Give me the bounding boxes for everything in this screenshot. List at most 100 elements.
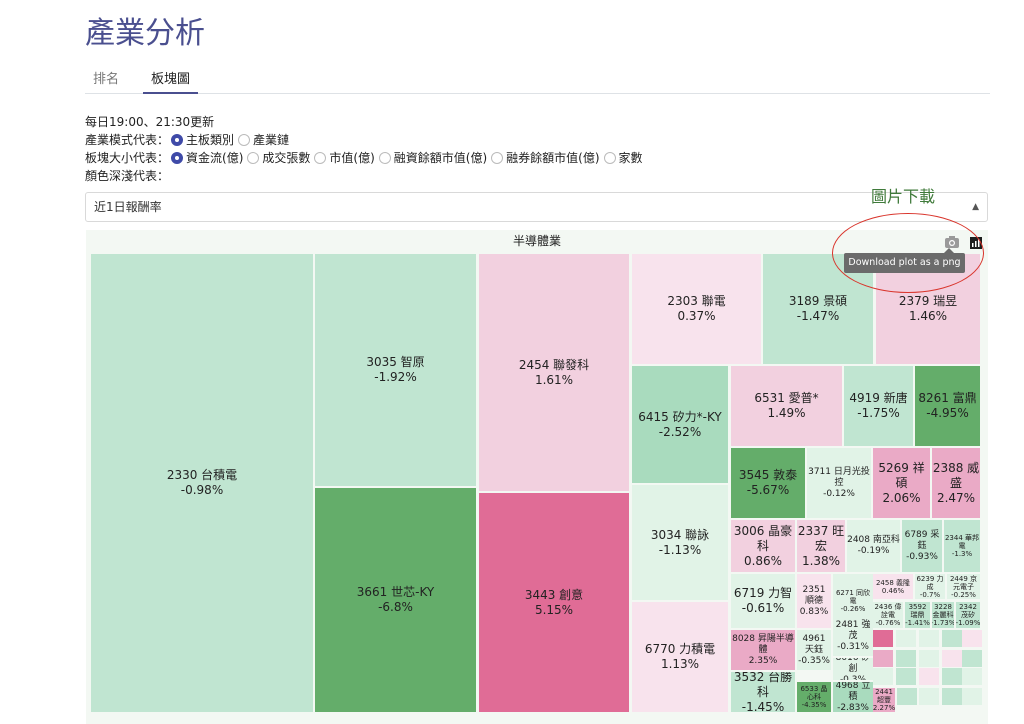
treemap-cell[interactable]: 2449 京元電子 -0.25%	[947, 574, 980, 599]
stock-label: 2337 旺宏	[797, 523, 845, 553]
treemap-cell[interactable]	[896, 650, 916, 667]
treemap-cell[interactable]: 4919 新唐 -1.75%	[844, 366, 913, 446]
treemap-cell[interactable]: 2344 華邦電 -1.3%	[944, 520, 980, 572]
treemap-cell[interactable]: 2436 偉詮電 -0.76%	[873, 602, 903, 628]
option-label: 成交張數	[262, 151, 311, 165]
treemap-cell[interactable]: 6770 力積電 1.13%	[632, 602, 728, 712]
mode-option-main-board[interactable]: 主板類別	[169, 131, 234, 149]
tab-ranking[interactable]: 排名	[85, 66, 127, 94]
radio-icon[interactable]	[247, 152, 260, 164]
stock-return: 0.86%	[743, 553, 783, 568]
treemap-cell[interactable]	[919, 630, 939, 647]
treemap-cell[interactable]	[962, 688, 982, 705]
page-title: 產業分析	[85, 16, 205, 51]
radio-icon[interactable]	[603, 152, 616, 164]
treemap-cell[interactable]: 2408 南亞科 -0.19%	[847, 520, 900, 572]
treemap-cell[interactable]: 2351 順德 0.83%	[797, 574, 831, 628]
radio-icon[interactable]	[238, 134, 251, 146]
treemap-cell[interactable]	[896, 668, 916, 685]
treemap-cell[interactable]: 3661 世芯-KY -6.8%	[315, 488, 476, 712]
treemap-cell[interactable]	[919, 650, 939, 667]
treemap-cell[interactable]: 8028 昇陽半導體 2.35%	[731, 630, 795, 670]
treemap-cell[interactable]: 3443 創意 5.15%	[479, 493, 629, 712]
stock-return: -0.98%	[180, 483, 224, 497]
stock-label: 3034 聯詠	[650, 527, 710, 542]
treemap-cell[interactable]: 6239 力成 -0.7%	[915, 574, 945, 599]
stock-label: 3661 世芯-KY	[356, 585, 435, 599]
plotly-logo-icon[interactable]	[970, 237, 982, 249]
mode-option-industry-chain[interactable]: 產業鏈	[236, 131, 289, 149]
treemap-cell[interactable]	[919, 668, 939, 685]
treemap-cell[interactable]	[942, 688, 962, 705]
stock-return: -1.75%	[857, 406, 900, 420]
download-annotation: 圖片下載	[871, 187, 936, 206]
treemap-cell[interactable]	[942, 650, 962, 667]
treemap-cell[interactable]: 8261 富鼎 -4.95%	[915, 366, 980, 446]
stock-return: -6.8%	[378, 600, 413, 614]
treemap-cell[interactable]: 3545 敦泰 -5.67%	[731, 448, 805, 518]
size-option-short[interactable]: 融券餘額市值(億)	[489, 149, 600, 167]
stock-return: -5.67%	[746, 483, 790, 497]
sector-treemap: 半導體業 2330 台積電 -0.98% 3035 智原 -1.92% 3661 世芯-…	[86, 230, 988, 724]
treemap-cell[interactable]: 4961 天鈺 -0.35%	[797, 630, 831, 670]
treemap-cell[interactable]: 2303 聯電 0.37%	[632, 254, 761, 364]
stock-label: 2303 聯電	[667, 294, 726, 308]
treemap-cell[interactable]: 3592 瑞鼎 -1.41%	[905, 602, 930, 628]
treemap-cell[interactable]: 6789 采鈺 -0.93%	[902, 520, 942, 572]
treemap-cell[interactable]: 2441 超豐 2.27%	[873, 688, 895, 712]
return-period-select[interactable]: 近1日報酬率 ▲	[85, 192, 988, 222]
radio-selected-icon[interactable]	[171, 134, 184, 146]
treemap-cell[interactable]: 6531 愛普* 1.49%	[731, 366, 842, 446]
treemap-cell[interactable]	[942, 668, 962, 685]
treemap-cell[interactable]: 2388 威盛 2.47%	[932, 448, 980, 518]
treemap-cell[interactable]: 3711 日月光投控 -0.12%	[807, 448, 871, 518]
treemap-cell[interactable]: 8016 矽創-0.3%	[833, 658, 873, 680]
treemap-cell[interactable]	[962, 668, 982, 685]
stock-label: 6770 力積電	[644, 642, 716, 656]
radio-icon[interactable]	[314, 152, 327, 164]
treemap-cell[interactable]: 3006 晶豪科 0.86%	[731, 520, 795, 572]
treemap-cell[interactable]: 4968 立積 -2.83%	[833, 682, 873, 712]
size-row: 板塊大小代表： 資金流(億) 成交張數 市值(億) 融資餘額市值(億) 融券餘額…	[85, 149, 645, 167]
radio-selected-icon[interactable]	[171, 152, 184, 164]
treemap-cell[interactable]: 6415 矽力*-KY -2.52%	[632, 366, 728, 483]
treemap-cell[interactable]: 2337 旺宏 1.38%	[797, 520, 845, 572]
treemap-cell[interactable]: 3228 金麗科-1.73%	[932, 602, 954, 628]
treemap-cell[interactable]: 2454 聯發科 1.61%	[479, 254, 629, 491]
radio-icon[interactable]	[378, 152, 391, 164]
tab-treemap[interactable]: 板塊圖	[143, 66, 199, 94]
treemap-cell[interactable]: 6719 力智 -0.61%	[731, 574, 795, 628]
size-option-market-cap[interactable]: 市值(億)	[312, 149, 375, 167]
stock-label: 3711 日月光投控	[808, 466, 870, 488]
treemap-cell[interactable]: 2342 茂矽 -1.09%	[956, 602, 980, 628]
treemap-cell[interactable]: 2481 強茂 -0.31%	[833, 616, 873, 656]
treemap-cell[interactable]	[962, 630, 982, 647]
treemap-header: 半導體業	[512, 234, 561, 248]
size-option-fund-flow[interactable]: 資金流(億)	[169, 149, 243, 167]
stock-return: -1.3%	[951, 550, 973, 558]
size-option-volume[interactable]: 成交張數	[245, 149, 310, 167]
treemap-cell[interactable]	[897, 688, 917, 705]
radio-icon[interactable]	[491, 152, 504, 164]
treemap-cell[interactable]	[873, 650, 893, 667]
stock-return: -0.7%	[919, 590, 941, 599]
treemap-cell[interactable]: 6533 晶心科 -4.35%	[797, 682, 831, 712]
treemap-cell[interactable]	[942, 630, 962, 647]
treemap-cell[interactable]	[873, 668, 893, 685]
stock-label: 2441 超豐	[875, 688, 893, 704]
treemap-cell[interactable]: 5269 祥碩 2.06%	[873, 448, 930, 518]
treemap-cell[interactable]	[919, 688, 939, 705]
treemap-cell[interactable]: 2330 台積電 -0.98%	[91, 254, 313, 712]
treemap-cell[interactable]: 3034 聯詠 -1.13%	[632, 485, 728, 600]
treemap-cell[interactable]: 3532 台勝科 -1.45%	[731, 672, 795, 712]
mode-label: 產業模式代表：	[85, 133, 170, 147]
treemap-cell[interactable]	[896, 630, 916, 647]
camera-icon[interactable]	[945, 236, 959, 248]
treemap-cell[interactable]	[873, 630, 893, 647]
treemap-cell[interactable]: 2458 義隆 0.46%	[873, 574, 913, 599]
size-option-margin[interactable]: 融資餘額市值(億)	[377, 149, 487, 167]
mode-row: 產業模式代表： 主板類別 產業鏈	[85, 131, 645, 149]
treemap-cell[interactable]: 3035 智原 -1.92%	[315, 254, 476, 486]
size-option-count[interactable]: 家數	[602, 149, 643, 167]
treemap-cell[interactable]	[962, 650, 982, 667]
